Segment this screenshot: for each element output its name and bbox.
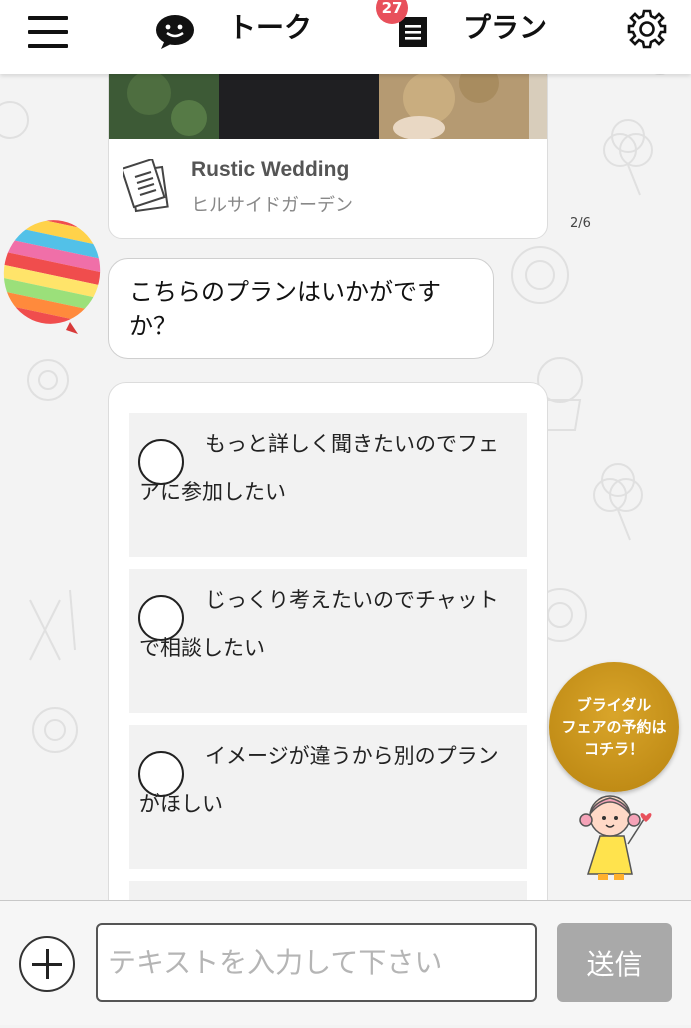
message-input-bar: 送信 [0,900,691,1025]
option-label: もっと詳しく聞きたいのでフェアに参加したい [139,432,499,504]
fair-line-1: ブライダル [576,696,652,714]
add-attachment-button[interactable] [19,936,75,992]
fair-line-3: コチラ！ [583,740,644,758]
plan-card[interactable]: Rustic Wedding ヒルサイドガーデン [108,62,548,239]
fair-line-2: フェアの予約は [561,718,667,736]
options-panel: もっと詳しく聞きたいのでフェアに参加したい じっくり考えたいのでチャットで相談し… [108,382,548,924]
menu-icon[interactable] [28,16,68,48]
mascot-illustration [579,795,652,880]
page-counter: 2/6 [570,216,591,231]
plan-title: Rustic Wedding [191,158,350,181]
option-label: じっくり考えたいのでチャットで相談したい [139,588,499,660]
plan-document-icon[interactable] [398,16,428,48]
document-icon [123,159,169,213]
gear-icon[interactable] [626,8,668,50]
option-join-fair[interactable]: もっと詳しく聞きたいのでフェアに参加したい [129,413,527,557]
send-button[interactable]: 送信 [557,923,672,1002]
talk-bubble-icon[interactable] [155,14,195,50]
option-label: イメージが違うから別のプランがほしい [139,744,499,816]
plan-photo [109,63,547,139]
app-header: トーク 27 プラン [0,0,691,74]
balloon-avatar [0,218,104,334]
message-input[interactable] [96,923,537,1002]
plan-venue: ヒルサイドガーデン [191,195,353,216]
tab-plan[interactable]: プラン [463,6,547,46]
chat-message-bubble: こちらのプランはいかがですか？ [108,258,494,359]
option-other-plan[interactable]: イメージが違うから別のプランがほしい [129,725,527,869]
bridal-fair-reservation-button[interactable]: ブライダル フェアの予約は コチラ！ [549,662,679,792]
option-chat-consult[interactable]: じっくり考えたいのでチャットで相談したい [129,569,527,713]
tab-talk[interactable]: トーク [228,6,312,46]
